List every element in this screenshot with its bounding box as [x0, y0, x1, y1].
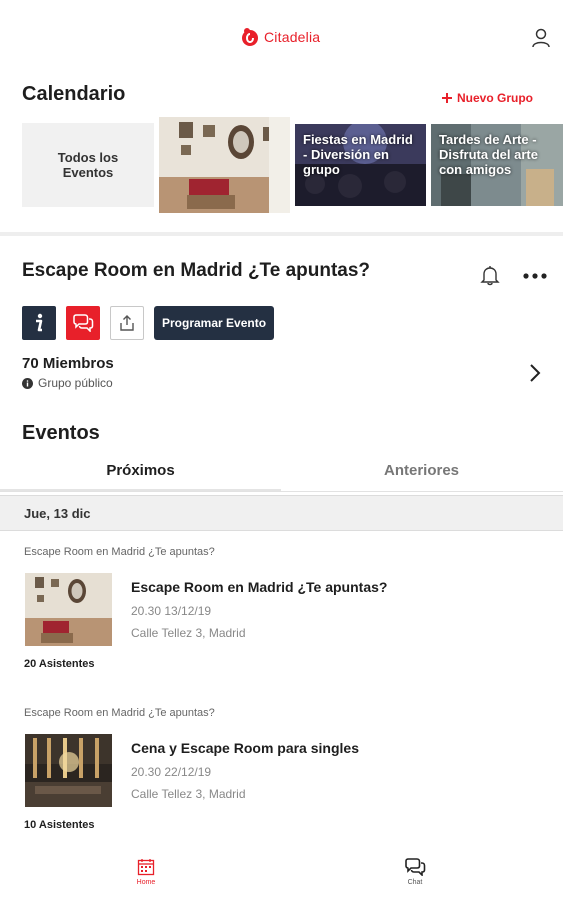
- more-options-icon[interactable]: [522, 272, 548, 280]
- event-attendees: 10 Asistentes: [24, 819, 95, 831]
- calendar-card-all-events[interactable]: Todos los Eventos: [22, 123, 154, 207]
- citadelia-logo[interactable]: Citadelia: [240, 27, 320, 47]
- chat-bubbles-icon: [405, 858, 426, 876]
- event-group-name: Escape Room en Madrid ¿Te apuntas?: [24, 546, 215, 558]
- calendar-card-label: Todos los Eventos: [57, 150, 119, 180]
- event-location: Calle Tellez 3, Madrid: [131, 787, 246, 801]
- group-header: Escape Room en Madrid ¿Te apuntas? Progr…: [0, 240, 563, 405]
- bell-icon[interactable]: [480, 264, 500, 286]
- new-group-button[interactable]: Nuevo Grupo: [441, 91, 533, 105]
- chat-button[interactable]: [66, 306, 100, 340]
- date-header: Jue, 13 dic: [0, 495, 563, 531]
- tab-upcoming[interactable]: Próximos: [0, 450, 281, 491]
- group-visibility: Grupo público: [22, 376, 113, 390]
- event-item[interactable]: Escape Room en Madrid ¿Te apuntas? Cena …: [0, 701, 563, 851]
- event-thumbnail: [25, 734, 112, 807]
- event-group-name: Escape Room en Madrid ¿Te apuntas?: [24, 707, 215, 719]
- event-datetime: 20.30 13/12/19: [131, 604, 212, 618]
- date-label: Jue, 13 dic: [24, 506, 91, 521]
- event-item[interactable]: Escape Room en Madrid ¿Te apuntas? Escap…: [0, 540, 563, 690]
- citadelia-logo-icon: [242, 28, 258, 46]
- calendar-card-arte[interactable]: Tardes de Arte - Disfruta del arte con a…: [431, 124, 563, 206]
- event-name: Escape Room en Madrid ¿Te apuntas?: [131, 579, 388, 595]
- chevron-right-icon[interactable]: [528, 363, 542, 383]
- nav-chat-label: Chat: [407, 879, 423, 886]
- chat-bubbles-icon: [73, 314, 94, 332]
- nav-chat[interactable]: Chat: [385, 858, 445, 886]
- top-bar: Citadelia: [0, 0, 563, 72]
- event-datetime: 20.30 22/12/19: [131, 765, 212, 779]
- calendar-carousel[interactable]: Todos los Eventos Fiestas en Madrid - Di…: [22, 117, 563, 213]
- events-title: Eventos: [22, 422, 100, 444]
- event-location: Calle Tellez 3, Madrid: [131, 626, 246, 640]
- calendar-title: Calendario: [22, 83, 126, 105]
- new-group-label: Nuevo Grupo: [457, 91, 534, 105]
- calendar-card-label: Tardes de Arte - Disfruta del arte con a…: [439, 132, 538, 177]
- nav-home-label: Home: [136, 879, 156, 886]
- calendar-icon: [137, 859, 155, 876]
- room-photo-image: [159, 117, 290, 213]
- calendar-card-fiestas[interactable]: Fiestas en Madrid - Diversión en grupo: [295, 124, 426, 206]
- event-attendees: 20 Asistentes: [24, 658, 95, 670]
- calendar-card-room-photo[interactable]: [159, 117, 290, 213]
- group-title: Escape Room en Madrid ¿Te apuntas?: [22, 260, 371, 281]
- bottom-navigation: Home Chat: [0, 852, 563, 900]
- group-actions: Programar Evento: [22, 306, 275, 340]
- share-icon: [120, 315, 134, 331]
- info-circle-icon: [22, 377, 33, 389]
- logo-text: Citadelia: [264, 29, 321, 45]
- event-name: Cena y Escape Room para singles: [131, 740, 359, 756]
- info-button[interactable]: [22, 306, 56, 340]
- user-icon[interactable]: [530, 27, 552, 49]
- members-count[interactable]: 70 Miembros: [22, 355, 114, 372]
- event-thumbnail: [25, 573, 112, 646]
- tab-past[interactable]: Anteriores: [281, 450, 562, 491]
- program-event-button[interactable]: Programar Evento: [154, 306, 275, 340]
- calendar-section: Calendario Nuevo Grupo Todos los Eventos: [0, 72, 563, 236]
- group-visibility-label: Grupo público: [38, 376, 113, 390]
- share-button[interactable]: [110, 306, 144, 340]
- calendar-card-label: Fiestas en Madrid - Diversión en grupo: [303, 132, 413, 177]
- events-tabs: Próximos Anteriores: [0, 450, 563, 492]
- plus-icon: [442, 93, 452, 103]
- dinner-photo-image: [25, 734, 112, 807]
- info-icon: [36, 313, 43, 332]
- room-photo-image: [25, 573, 112, 646]
- nav-home[interactable]: Home: [116, 858, 176, 886]
